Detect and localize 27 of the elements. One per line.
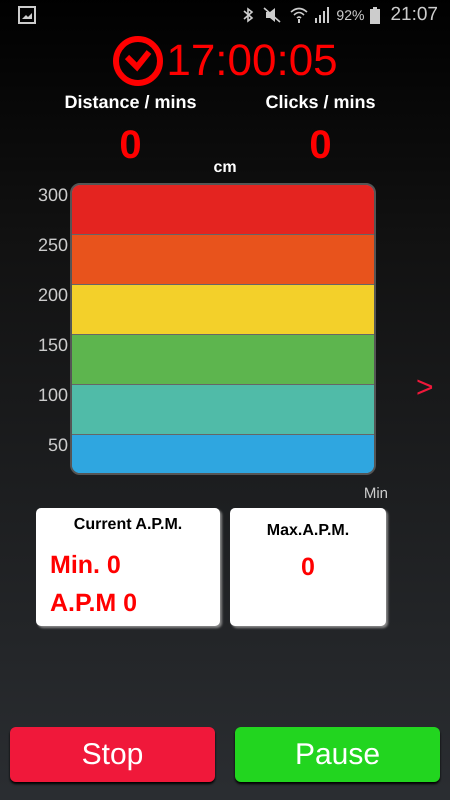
- axis-tick: 200: [36, 285, 69, 307]
- battery-percent: 92%: [336, 7, 364, 23]
- clock: 21:07: [390, 4, 438, 26]
- stat-value: 0: [309, 123, 332, 167]
- axis-tick: 150: [36, 335, 69, 357]
- axis-unit: Min: [364, 485, 388, 502]
- stop-button[interactable]: Stop: [10, 727, 215, 782]
- gallery-icon: [18, 6, 36, 24]
- card-title: Current A.P.M.: [74, 516, 182, 534]
- unit-label: cm: [213, 159, 237, 177]
- stat-label: Distance / mins: [64, 92, 197, 113]
- card-title: Max.A.P.M.: [266, 522, 350, 540]
- next-button[interactable]: >: [416, 373, 434, 403]
- card-value: 0: [301, 552, 315, 583]
- card-value: A.P.M 0: [50, 588, 138, 619]
- signal-icon: [314, 7, 330, 23]
- card-value: Min. 0: [50, 550, 121, 581]
- timer: 17:00:05: [166, 36, 338, 86]
- axis-tick: 100: [36, 385, 69, 407]
- axis-tick: 250: [36, 235, 69, 257]
- axis-tick: 50: [46, 435, 69, 457]
- axis-tick: 300: [36, 185, 69, 207]
- wifi-icon: [290, 7, 308, 23]
- stat-label: Clicks / mins: [265, 92, 376, 113]
- bluetooth-icon: [242, 7, 254, 23]
- battery-icon: [370, 6, 380, 24]
- stat-value: 0: [119, 123, 142, 167]
